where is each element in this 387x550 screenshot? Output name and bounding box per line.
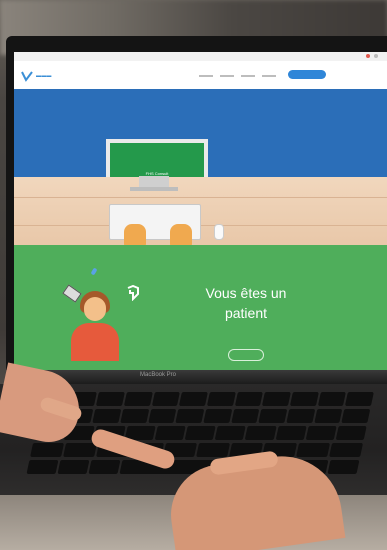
key [184, 426, 216, 440]
key [88, 460, 121, 474]
macbook-label: MacBook Pro [140, 372, 177, 378]
key [317, 392, 347, 406]
key [206, 392, 236, 406]
patient-cta-button[interactable] [228, 349, 264, 361]
key [328, 443, 364, 457]
key [245, 426, 277, 440]
key-row [40, 392, 374, 406]
key-row [37, 409, 371, 423]
patient-illustration [84, 297, 106, 321]
laptop-photo: ▬▬▬ FHS Consult Vous êtes un patient Mac… [0, 0, 387, 550]
patient-body [71, 323, 119, 361]
key [63, 443, 98, 457]
browser-dot-icon [366, 54, 370, 58]
site-logo-icon [21, 71, 33, 82]
nav-link[interactable] [240, 75, 255, 78]
desk-line [14, 197, 387, 198]
key [96, 392, 125, 406]
key [275, 426, 307, 440]
key [286, 409, 316, 423]
mouse-illustration [214, 224, 224, 240]
key [214, 426, 246, 440]
key [92, 409, 122, 423]
laptop-screen: ▬▬▬ FHS Consult Vous êtes un patient [14, 52, 387, 370]
key [231, 409, 260, 423]
key [258, 409, 288, 423]
header-cta-button[interactable] [288, 70, 326, 79]
key [262, 392, 291, 406]
key [175, 409, 205, 423]
headline-line-1: Vous êtes un [205, 285, 287, 301]
key [26, 460, 59, 474]
key [179, 392, 208, 406]
nav-link[interactable] [219, 75, 234, 78]
key [314, 409, 343, 423]
key-row [30, 443, 364, 457]
nav-link[interactable] [261, 75, 276, 78]
key [327, 460, 360, 474]
key [345, 392, 374, 406]
site-header: ▬▬▬ [14, 61, 387, 89]
key [203, 409, 232, 423]
key [341, 409, 371, 423]
key [196, 443, 231, 457]
phone-icon [62, 284, 82, 303]
key [57, 460, 90, 474]
nav-link[interactable] [199, 75, 213, 78]
key [234, 392, 264, 406]
key [151, 392, 181, 406]
patient-headline: Vous êtes un patient [186, 283, 306, 323]
key-row [33, 426, 367, 440]
key [148, 409, 177, 423]
key [305, 426, 337, 440]
pill-icon [90, 267, 98, 276]
patient-section: Vous êtes un patient [14, 245, 387, 370]
key [123, 392, 153, 406]
monitor-stand-base [130, 187, 178, 191]
key [30, 443, 65, 457]
brand-mark-icon [127, 285, 139, 301]
key [295, 443, 330, 457]
key [154, 426, 186, 440]
key [289, 392, 319, 406]
site-logo-text: ▬▬▬ [36, 73, 52, 79]
key [120, 409, 149, 423]
browser-dot-icon [374, 54, 378, 58]
headline-line-2: patient [224, 305, 268, 321]
site-nav[interactable] [199, 74, 282, 78]
key [335, 426, 367, 440]
